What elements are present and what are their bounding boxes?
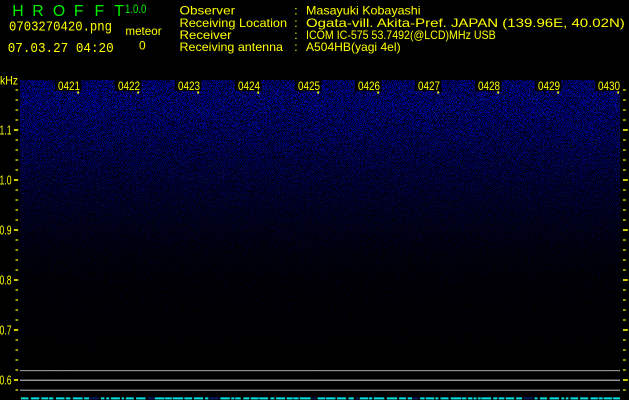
svg-text:0422: 0422 bbox=[118, 79, 140, 93]
svg-text:Receiving antenna: Receiving antenna bbox=[180, 40, 284, 54]
svg-text:0421: 0421 bbox=[58, 79, 80, 93]
svg-text:0.6: 0.6 bbox=[0, 373, 12, 387]
svg-text:0.7: 0.7 bbox=[0, 323, 12, 337]
svg-text:0428: 0428 bbox=[478, 79, 500, 93]
svg-text:0427: 0427 bbox=[418, 79, 440, 93]
svg-text:R: R bbox=[32, 3, 43, 20]
svg-text:T: T bbox=[114, 3, 124, 20]
svg-text:1.0: 1.0 bbox=[0, 173, 12, 187]
svg-text:0426: 0426 bbox=[358, 79, 380, 93]
svg-text:O: O bbox=[53, 3, 65, 20]
svg-text:0430: 0430 bbox=[598, 79, 620, 93]
svg-text:0.8: 0.8 bbox=[0, 273, 12, 287]
svg-text:H: H bbox=[12, 3, 23, 20]
svg-text:0429: 0429 bbox=[538, 79, 560, 93]
svg-text:0425: 0425 bbox=[298, 79, 320, 93]
svg-text::: : bbox=[294, 40, 297, 54]
svg-text:1.1: 1.1 bbox=[0, 123, 12, 137]
svg-text:0424: 0424 bbox=[238, 79, 260, 93]
svg-text:meteor: meteor bbox=[125, 26, 161, 38]
svg-text:kHz: kHz bbox=[0, 74, 18, 88]
svg-text:F: F bbox=[95, 3, 105, 20]
svg-text:07.03.27 04:20: 07.03.27 04:20 bbox=[8, 42, 114, 57]
svg-text:0703270420.png: 0703270420.png bbox=[9, 20, 112, 35]
svg-text:0: 0 bbox=[139, 38, 146, 52]
svg-text:1.0.0: 1.0.0 bbox=[125, 2, 147, 16]
svg-text:0423: 0423 bbox=[178, 79, 200, 93]
svg-text:A504HB(yagi 4el): A504HB(yagi 4el) bbox=[306, 40, 401, 54]
svg-text:0.9: 0.9 bbox=[0, 223, 12, 237]
svg-text:F: F bbox=[74, 3, 84, 20]
